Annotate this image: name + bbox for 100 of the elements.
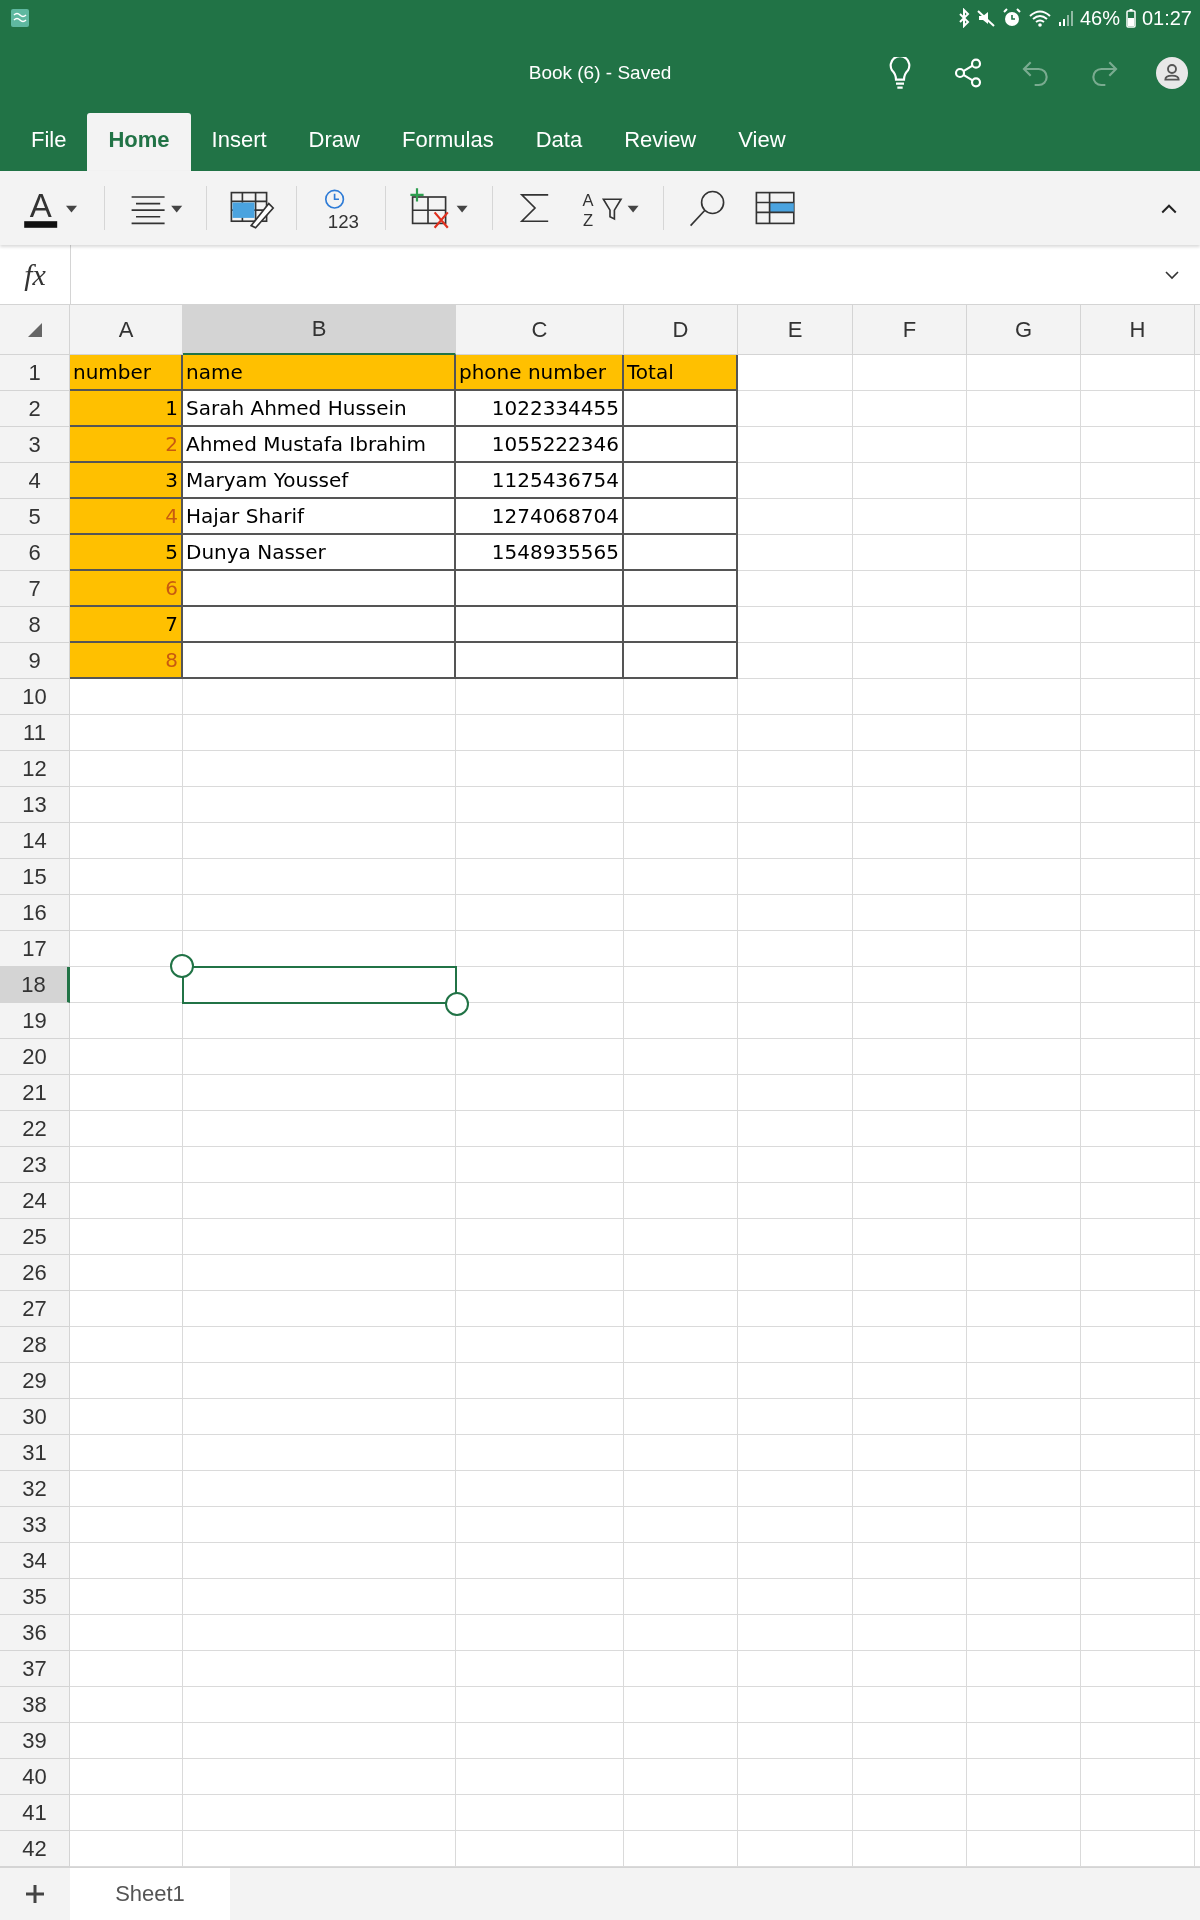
- row-header[interactable]: 18: [0, 967, 70, 1003]
- row-header[interactable]: 11: [0, 715, 70, 751]
- table-cell: Ahmed Mustafa Ibrahim: [183, 427, 456, 463]
- ribbon-tab[interactable]: File: [10, 113, 88, 171]
- ribbon-tab[interactable]: Home: [87, 113, 191, 171]
- table-cell: name: [183, 355, 456, 391]
- table-cell: 3: [70, 463, 183, 499]
- selection-handle[interactable]: [445, 992, 469, 1016]
- selection-handle[interactable]: [170, 954, 194, 978]
- table-cell: 7: [70, 607, 183, 643]
- column-header[interactable]: F: [853, 305, 967, 355]
- app-icon: [10, 8, 30, 28]
- ribbon-tab[interactable]: Review: [603, 113, 718, 171]
- expand-caret-icon[interactable]: [1164, 269, 1180, 280]
- row-header[interactable]: 4: [0, 463, 70, 499]
- avatar-icon[interactable]: [1156, 57, 1188, 89]
- table-cell: 2: [70, 427, 183, 463]
- window-title: Book (6) - Saved: [527, 62, 673, 84]
- font-color-button[interactable]: A: [22, 186, 84, 230]
- row-header[interactable]: 27: [0, 1291, 70, 1327]
- function-label[interactable]: fx: [0, 245, 71, 304]
- table-cell: 1022334455: [456, 391, 624, 427]
- ribbon-tab[interactable]: View: [717, 113, 807, 171]
- bluetooth-icon: [957, 8, 970, 28]
- table-cell: Dunya Nasser: [183, 535, 456, 571]
- table-cell: 1548935565: [456, 535, 624, 571]
- row-header[interactable]: 33: [0, 1507, 70, 1543]
- row-header[interactable]: 41: [0, 1795, 70, 1831]
- row-header[interactable]: 20: [0, 1039, 70, 1075]
- row-header[interactable]: 42: [0, 1831, 70, 1867]
- table-cell: 1055222346: [456, 427, 624, 463]
- row-header[interactable]: 16: [0, 895, 70, 931]
- row-header[interactable]: 30: [0, 1399, 70, 1435]
- row-header[interactable]: 37: [0, 1651, 70, 1687]
- row-header[interactable]: 12: [0, 751, 70, 787]
- row-header[interactable]: 26: [0, 1255, 70, 1291]
- row-header[interactable]: 40: [0, 1759, 70, 1795]
- row-header[interactable]: 9: [0, 643, 70, 679]
- share-icon[interactable]: [952, 57, 984, 89]
- row-header[interactable]: 39: [0, 1723, 70, 1759]
- row-header[interactable]: 24: [0, 1183, 70, 1219]
- ribbon-tab[interactable]: Insert: [190, 113, 288, 171]
- row-header[interactable]: 31: [0, 1435, 70, 1471]
- add-sheet-icon[interactable]: [25, 1884, 45, 1904]
- table-cell: 5: [70, 535, 183, 571]
- wifi-icon: [1027, 8, 1052, 28]
- number-format-button[interactable]: 123: [316, 186, 365, 230]
- row-header[interactable]: 13: [0, 787, 70, 823]
- sort-filter-button[interactable]: A Z: [576, 186, 643, 230]
- ribbon-tab[interactable]: Formulas: [380, 113, 515, 171]
- row-header[interactable]: 3: [0, 427, 70, 463]
- table-cell: 1274068704: [456, 499, 624, 535]
- row-header[interactable]: 36: [0, 1615, 70, 1651]
- select-all-icon[interactable]: [27, 322, 42, 337]
- row-header[interactable]: 23: [0, 1147, 70, 1183]
- table-cell: number: [70, 355, 183, 391]
- ribbon-tab[interactable]: Draw: [287, 113, 381, 171]
- table-cell: 8: [70, 643, 183, 679]
- column-header[interactable]: H: [1081, 305, 1195, 355]
- collapse-caret-icon[interactable]: [1160, 202, 1178, 214]
- sheet-tab[interactable]: Sheet1: [70, 1868, 230, 1920]
- row-header[interactable]: 35: [0, 1579, 70, 1615]
- row-header[interactable]: 28: [0, 1327, 70, 1363]
- table-cell: 6: [70, 571, 183, 607]
- table-cell: 4: [70, 499, 183, 535]
- row-header[interactable]: 34: [0, 1543, 70, 1579]
- row-header[interactable]: 29: [0, 1363, 70, 1399]
- battery-icon: [1125, 8, 1136, 28]
- row-header[interactable]: 22: [0, 1111, 70, 1147]
- table-cell: 1125436754: [456, 463, 624, 499]
- table-cell: Total: [624, 355, 738, 391]
- ribbon-tab[interactable]: Data: [514, 113, 604, 171]
- row-header[interactable]: 5: [0, 499, 70, 535]
- row-header[interactable]: 15: [0, 859, 70, 895]
- table-cell: 1: [70, 391, 183, 427]
- row-header[interactable]: 2: [0, 391, 70, 427]
- row-header[interactable]: 1: [0, 355, 70, 391]
- column-header[interactable]: B: [183, 305, 456, 355]
- row-header[interactable]: 19: [0, 1003, 70, 1039]
- battery-percentage: 46%: [1079, 6, 1120, 30]
- selected-cell[interactable]: [182, 966, 457, 1004]
- row-header[interactable]: 6: [0, 535, 70, 571]
- column-header[interactable]: E: [738, 305, 853, 355]
- column-header[interactable]: D: [624, 305, 738, 355]
- mute-icon: [975, 8, 996, 28]
- row-header[interactable]: 8: [0, 607, 70, 643]
- column-header[interactable]: G: [967, 305, 1081, 355]
- column-header[interactable]: C: [456, 305, 624, 355]
- row-header[interactable]: 7: [0, 571, 70, 607]
- row-header[interactable]: 17: [0, 931, 70, 967]
- column-header[interactable]: A: [70, 305, 183, 355]
- row-header[interactable]: 38: [0, 1687, 70, 1723]
- row-header[interactable]: 32: [0, 1471, 70, 1507]
- table-cell: phone number: [456, 355, 624, 391]
- row-header[interactable]: 14: [0, 823, 70, 859]
- table-cell: Hajar Sharif: [183, 499, 456, 535]
- signal-icon: [1057, 8, 1074, 28]
- row-header[interactable]: 21: [0, 1075, 70, 1111]
- row-header[interactable]: 10: [0, 679, 70, 715]
- row-header[interactable]: 25: [0, 1219, 70, 1255]
